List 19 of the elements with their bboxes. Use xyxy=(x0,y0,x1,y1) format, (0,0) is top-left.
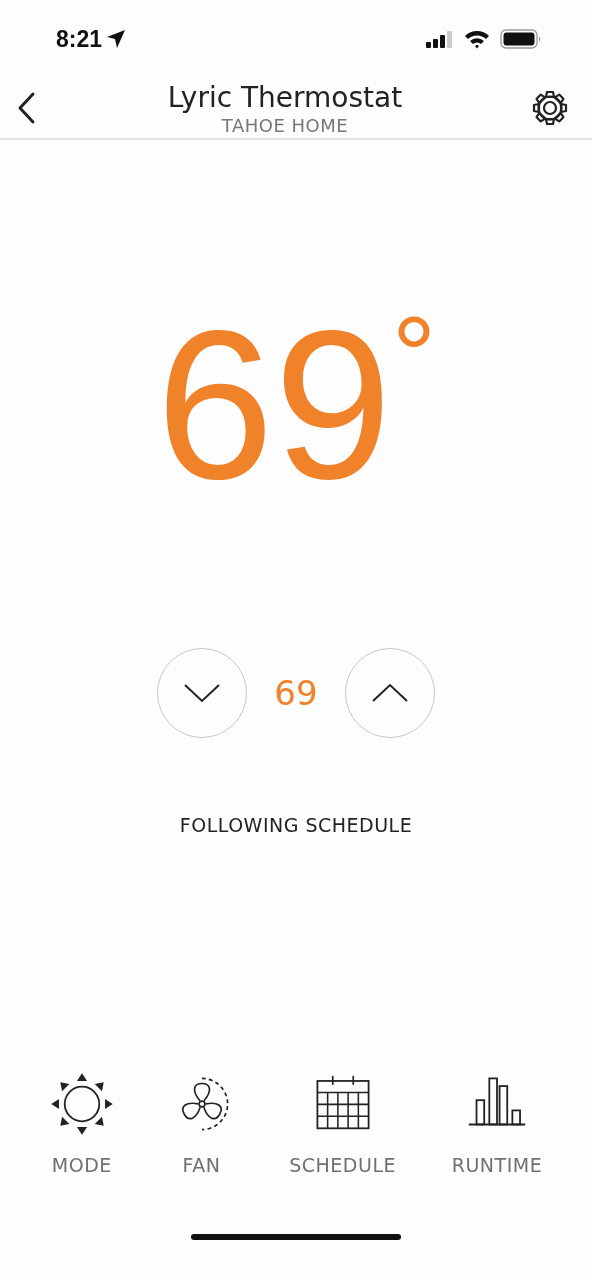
nav-tab[interactable]: RUNTIME xyxy=(451,1072,543,1176)
page-title: Lyric Thermostat xyxy=(167,80,403,115)
battery-icon xyxy=(500,29,542,49)
location-subtitle: TAHOE HOME xyxy=(221,114,349,136)
settings-icon xyxy=(530,88,570,128)
signal-icon xyxy=(426,30,454,48)
status-time: 8:21 xyxy=(56,25,103,53)
schedule-status: FOLLOWING SCHEDULE xyxy=(179,814,413,836)
location-icon xyxy=(106,29,127,49)
chevron-up-icon xyxy=(370,681,410,705)
nav-tab[interactable]: MODE xyxy=(49,1072,114,1176)
sun-icon xyxy=(49,1072,114,1136)
degree-symbol: ° xyxy=(391,300,436,418)
nav-tab[interactable]: SCHEDULE xyxy=(289,1072,396,1176)
chevron-down-icon xyxy=(182,681,222,705)
setpoint-value: 69 xyxy=(273,673,319,713)
nav-tab[interactable]: FAN xyxy=(169,1072,234,1176)
current-temperature: 69 xyxy=(156,310,392,500)
wifi-icon xyxy=(464,29,490,49)
